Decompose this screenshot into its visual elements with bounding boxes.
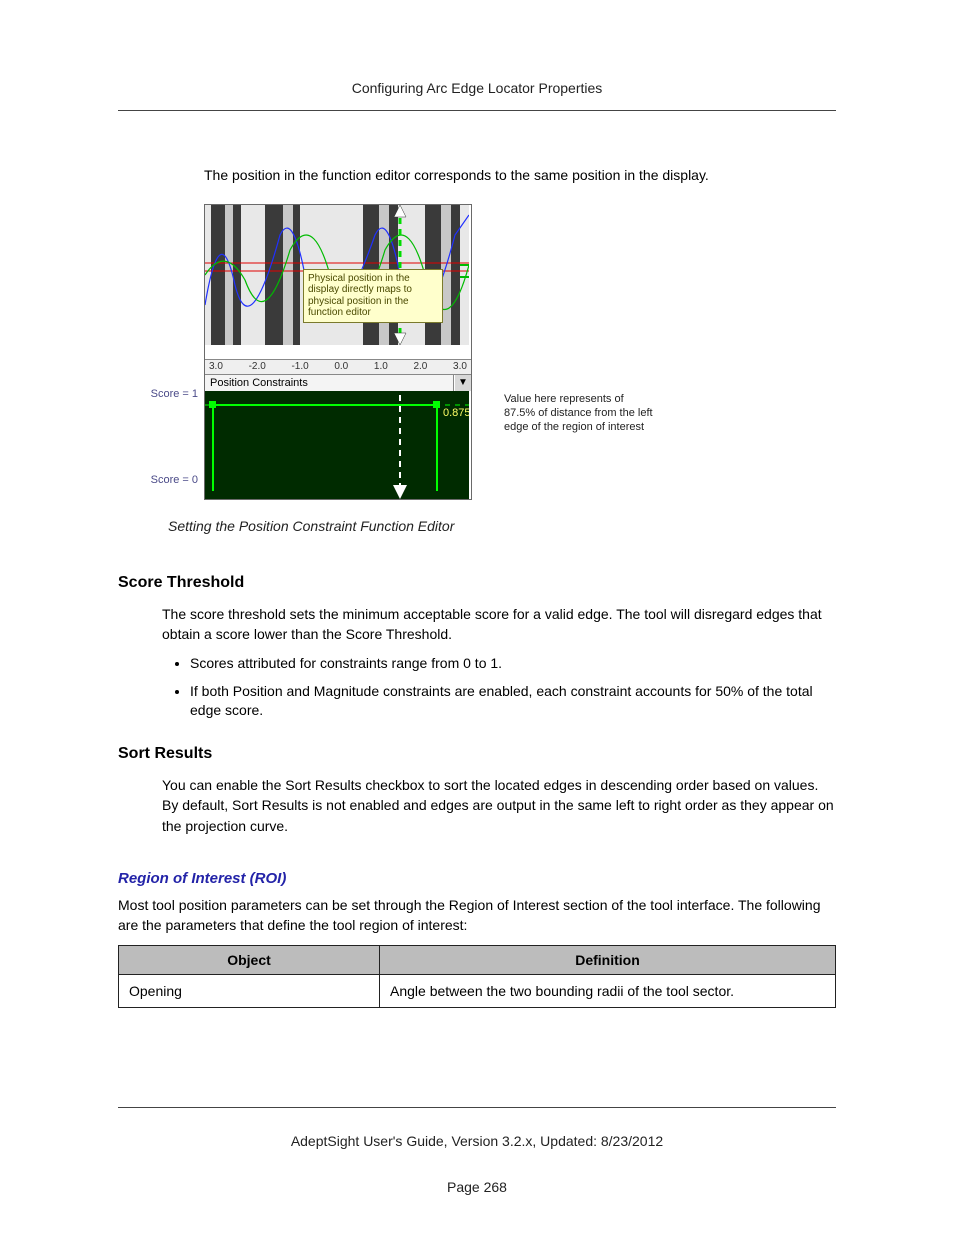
table-row: Opening Angle between the two bounding r…	[119, 975, 836, 1008]
tick: 3.0	[453, 361, 467, 372]
sort-results-text: You can enable the Sort Results checkbox…	[162, 775, 836, 836]
page-footer: AdeptSight User's Guide, Version 3.2.x, …	[0, 1107, 954, 1195]
col-object: Object	[119, 946, 380, 975]
tick: -2.0	[249, 361, 266, 372]
constraint-dropdown[interactable]: Position Constraints ▼	[205, 374, 471, 391]
footer-rule	[118, 1107, 836, 1108]
score-threshold-text: The score threshold sets the minimum acc…	[162, 604, 836, 645]
right-annotation: Value here represents of 87.5% of distan…	[504, 392, 654, 435]
cell-object: Opening	[119, 975, 380, 1008]
roi-text: Most tool position parameters can be set…	[118, 895, 836, 936]
score-axis-labels: Score = 1 Score = 0	[118, 380, 198, 486]
tick: 2.0	[413, 361, 427, 372]
score-bullets: Scores attributed for constraints range …	[190, 654, 836, 721]
footer-text: AdeptSight User's Guide, Version 3.2.x, …	[0, 1133, 954, 1149]
figure: Score = 1 Score = 0	[118, 204, 836, 500]
tick: 3.0	[209, 361, 223, 372]
figure-caption: Setting the Position Constraint Function…	[168, 518, 836, 534]
page-header: Configuring Arc Edge Locator Properties	[118, 80, 836, 96]
display-image: Physical position in the display directl…	[205, 205, 469, 359]
figure-panel: Physical position in the display directl…	[204, 204, 472, 500]
col-definition: Definition	[380, 946, 836, 975]
dropdown-arrow-icon[interactable]: ▼	[454, 375, 471, 391]
dropdown-label: Position Constraints	[205, 375, 454, 391]
bullet: Scores attributed for constraints range …	[190, 654, 836, 674]
table-header-row: Object Definition	[119, 946, 836, 975]
function-editor-svg: 0.875	[205, 391, 469, 499]
tick: -1.0	[291, 361, 308, 372]
score-value-text: 0.875	[443, 407, 469, 419]
roi-table: Object Definition Opening Angle between …	[118, 945, 836, 1008]
page-number: Page 268	[0, 1179, 954, 1195]
tick: 1.0	[374, 361, 388, 372]
intro-paragraph: The position in the function editor corr…	[204, 166, 836, 186]
page: Configuring Arc Edge Locator Properties …	[0, 0, 954, 1235]
cell-definition: Angle between the two bounding radii of …	[380, 975, 836, 1008]
tick: 0.0	[334, 361, 348, 372]
overlay-note: Physical position in the display directl…	[303, 269, 443, 323]
score-0-label: Score = 0	[151, 474, 198, 486]
score-1-label: Score = 1	[151, 388, 198, 400]
score-threshold-heading: Score Threshold	[118, 574, 836, 592]
header-rule	[118, 110, 836, 111]
roi-heading: Region of Interest (ROI)	[118, 870, 836, 887]
axis-labels: 3.0 -2.0 -1.0 0.0 1.0 2.0 3.0	[205, 359, 471, 374]
function-editor[interactable]: 0.875	[205, 391, 469, 499]
sort-results-heading: Sort Results	[118, 745, 836, 763]
bullet: If both Position and Magnitude constrain…	[190, 682, 836, 721]
